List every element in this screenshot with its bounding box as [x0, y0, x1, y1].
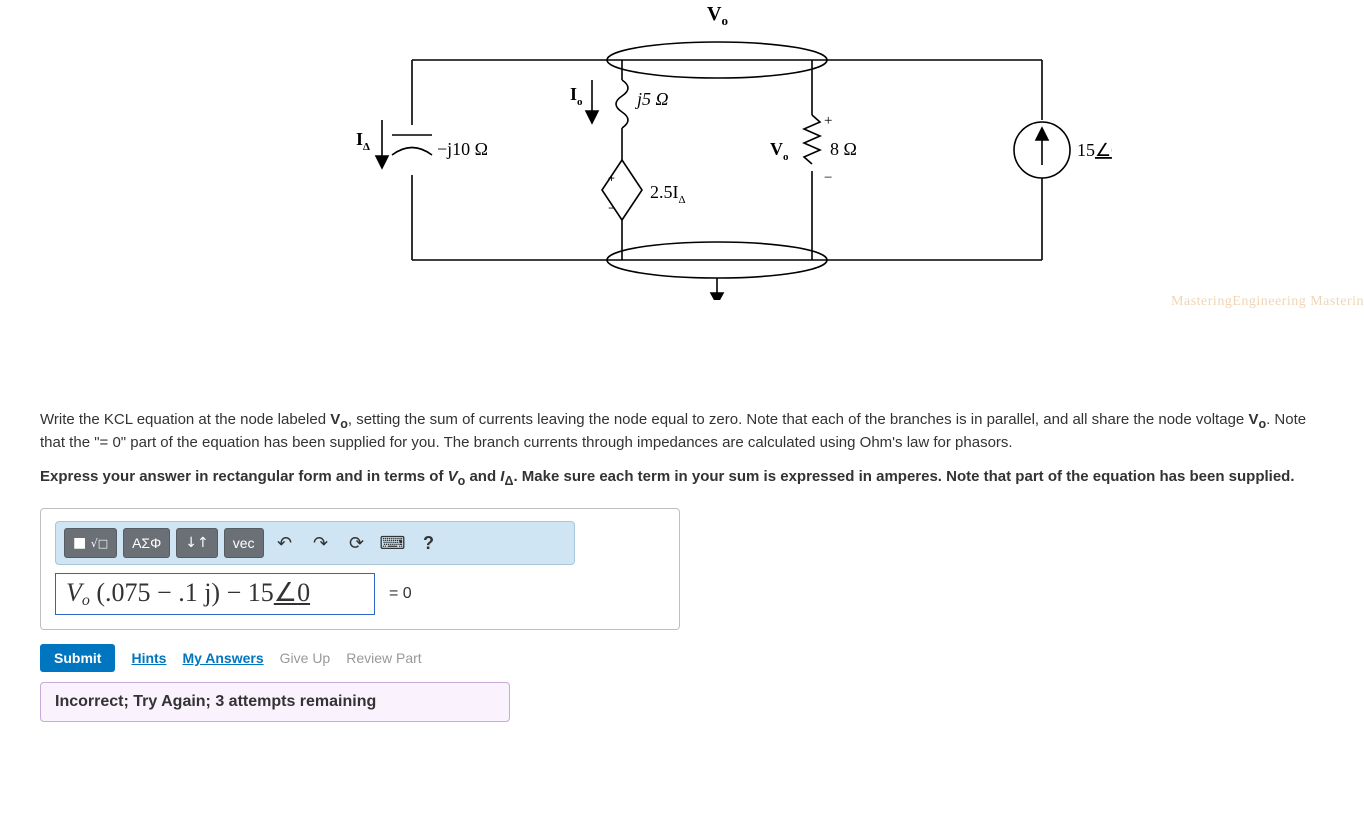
svg-text:15∠0° A: 15∠0° A: [1077, 140, 1112, 160]
sub-super-button[interactable]: ↓↑: [176, 528, 217, 558]
question-content: Write the KCL equation at the node label…: [0, 310, 1364, 722]
sqrt-icon: √□: [91, 537, 108, 550]
review-part-link[interactable]: Review Part: [346, 650, 421, 666]
svg-text:−: −: [608, 201, 615, 215]
equation-toolbar: ■ √□ ΑΣΦ ↓↑ vec ↶ ↷ ⟳ ⌨ ?: [55, 521, 575, 565]
answer-widget: ■ √□ ΑΣΦ ↓↑ vec ↶ ↷ ⟳ ⌨ ? Vo (.075 − .1 …: [40, 508, 680, 630]
answer-input[interactable]: Vo (.075 − .1 j) − 15∠0: [55, 573, 375, 615]
my-answers-link[interactable]: My Answers: [182, 650, 263, 666]
submit-button[interactable]: Submit: [40, 644, 115, 672]
vec-button[interactable]: vec: [224, 528, 264, 558]
svg-text:j5 Ω: j5 Ω: [635, 89, 669, 109]
circuit-figure: + − Vo IΔ −j10 Ω Io j5 Ω 2.5IΔ + Vo 8 Ω …: [0, 0, 1364, 310]
watermark-text: MasteringEngineering Masterin: [1171, 294, 1364, 310]
instruction-paragraph: Express your answer in rectangular form …: [40, 467, 1324, 490]
circuit-svg: + − Vo IΔ −j10 Ω Io j5 Ω 2.5IΔ + Vo 8 Ω …: [252, 0, 1112, 300]
svg-text:2.5IΔ: 2.5IΔ: [650, 182, 686, 206]
hints-link[interactable]: Hints: [131, 650, 166, 666]
svg-text:−: −: [824, 170, 832, 186]
svg-text:Vo: Vo: [707, 3, 728, 28]
equals-zero-label: = 0: [389, 585, 412, 603]
svg-text:+: +: [824, 113, 832, 129]
prompt-paragraph: Write the KCL equation at the node label…: [40, 410, 1324, 453]
templates-button[interactable]: ■ √□: [64, 528, 117, 558]
give-up-link[interactable]: Give Up: [280, 650, 331, 666]
svg-text:Io: Io: [570, 84, 583, 108]
action-row: Submit Hints My Answers Give Up Review P…: [40, 644, 1324, 672]
reset-button[interactable]: ⟳: [342, 528, 372, 558]
greek-button[interactable]: ΑΣΦ: [123, 528, 170, 558]
templates-icon: ■: [73, 535, 86, 551]
svg-text:Vo: Vo: [770, 139, 789, 163]
feedback-box: Incorrect; Try Again; 3 attempts remaini…: [40, 682, 510, 722]
undo-button[interactable]: ↶: [270, 528, 300, 558]
svg-text:−j10 Ω: −j10 Ω: [437, 139, 488, 159]
svg-text:IΔ: IΔ: [356, 129, 370, 153]
svg-text:+: +: [608, 171, 615, 185]
redo-button[interactable]: ↷: [306, 528, 336, 558]
help-button[interactable]: ?: [414, 528, 444, 558]
svg-text:8 Ω: 8 Ω: [830, 139, 857, 159]
keyboard-button[interactable]: ⌨: [378, 528, 408, 558]
